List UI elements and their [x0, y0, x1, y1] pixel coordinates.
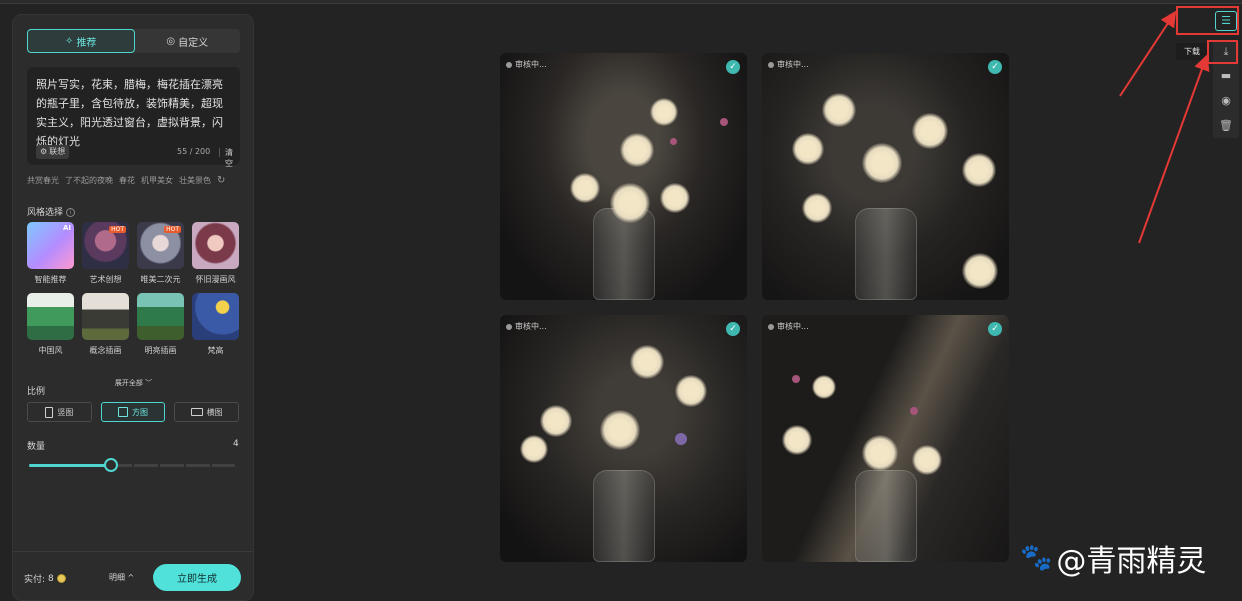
annotation-arrows [1119, 10, 1210, 244]
paw-logo-icon: 🐾 [1020, 543, 1053, 573]
watermark: 🐾 @青雨精灵 [1020, 536, 1206, 580]
annotation-arrow [1138, 54, 1210, 244]
annotation-arrow [1119, 10, 1177, 97]
watermark-text: @青雨精灵 [1056, 544, 1207, 579]
